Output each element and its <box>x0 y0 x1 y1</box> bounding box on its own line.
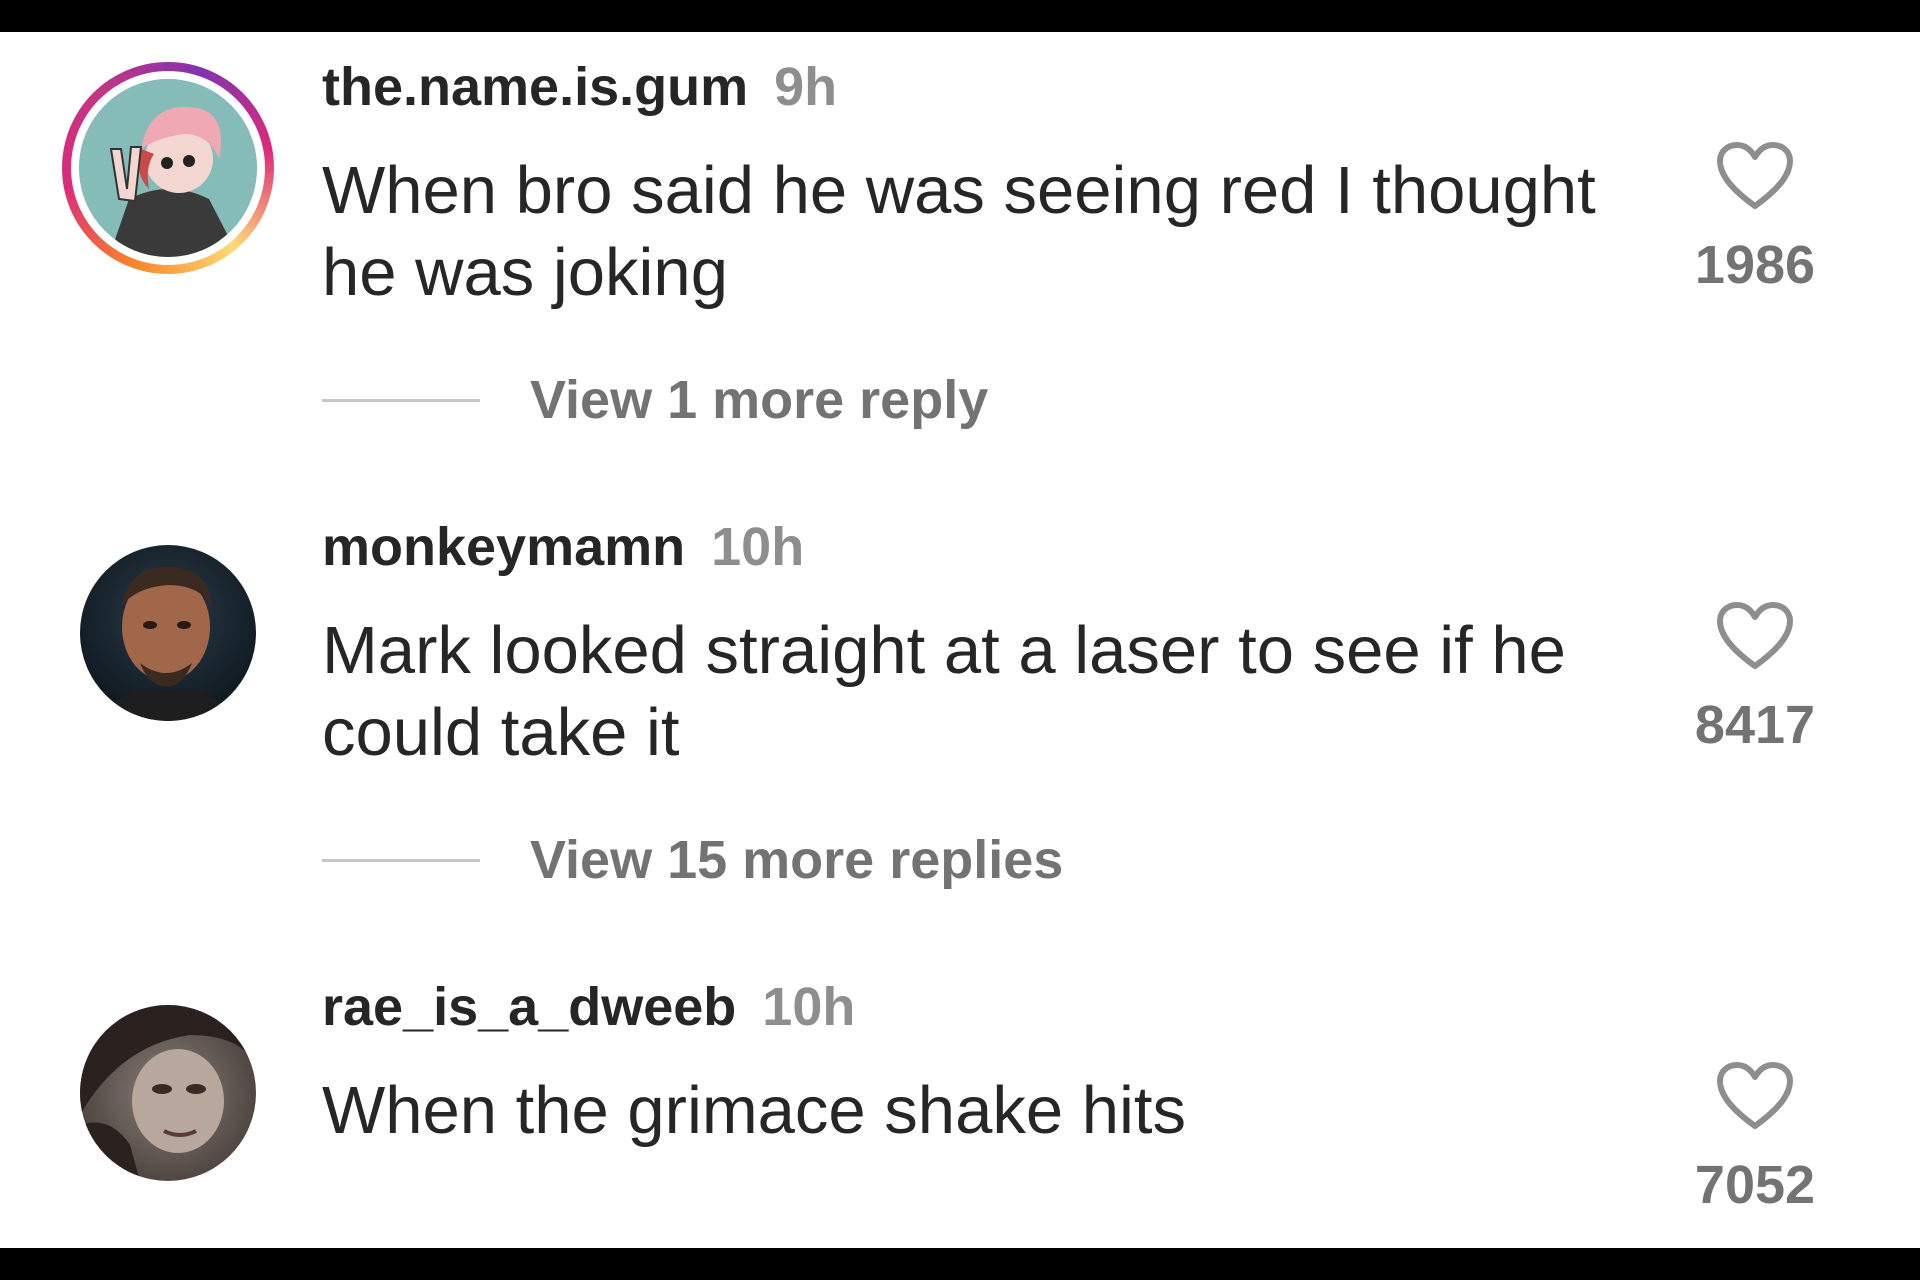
anime-avatar-icon <box>79 79 257 257</box>
replies-divider <box>322 858 480 862</box>
comments-panel: the.name.is.gum 9h When bro said he was s… <box>0 32 1920 1248</box>
comment-time: 9h <box>774 57 838 117</box>
like-count: 7052 <box>1694 1155 1816 1215</box>
comment-time: 10h <box>711 517 805 577</box>
username[interactable]: the.name.is.gum <box>322 57 748 117</box>
username[interactable]: rae_is_a_dweeb <box>322 977 736 1037</box>
avatar[interactable] <box>80 1005 256 1181</box>
comment-meta: rae_is_a_dweeb 10h <box>322 976 855 1038</box>
like-control: 8417 <box>1680 600 1830 756</box>
comment-meta: monkeymamn 10h <box>322 516 804 578</box>
username[interactable]: monkeymamn <box>322 517 685 577</box>
heart-outline-icon[interactable] <box>1715 600 1795 672</box>
avatar <box>79 79 257 257</box>
replies-divider <box>322 398 480 402</box>
heart-outline-icon[interactable] <box>1715 1060 1795 1132</box>
comment-text: Mark looked straight at a laser to see i… <box>322 613 1566 770</box>
person-photo-avatar-icon <box>80 545 256 721</box>
person-photo-avatar-icon <box>80 1005 256 1181</box>
avatar[interactable] <box>80 545 256 721</box>
view-replies-label: View 15 more replies <box>530 830 1064 890</box>
like-count: 8417 <box>1694 695 1816 755</box>
view-replies-button[interactable]: View 15 more replies <box>322 830 1063 890</box>
like-control: 7052 <box>1680 1060 1830 1216</box>
comment-meta: the.name.is.gum 9h <box>322 56 837 118</box>
like-count: 1986 <box>1694 235 1816 295</box>
comment-text: When bro said he was seeing red I though… <box>322 153 1596 310</box>
comment-time: 10h <box>762 977 856 1037</box>
view-replies-label: View 1 more reply <box>530 370 989 430</box>
heart-outline-icon[interactable] <box>1715 140 1795 212</box>
view-replies-button[interactable]: View 1 more reply <box>322 370 988 430</box>
comment-text: When the grimace shake hits <box>322 1073 1186 1148</box>
avatar-story-ring[interactable] <box>62 62 274 274</box>
like-control: 1986 <box>1680 140 1830 296</box>
